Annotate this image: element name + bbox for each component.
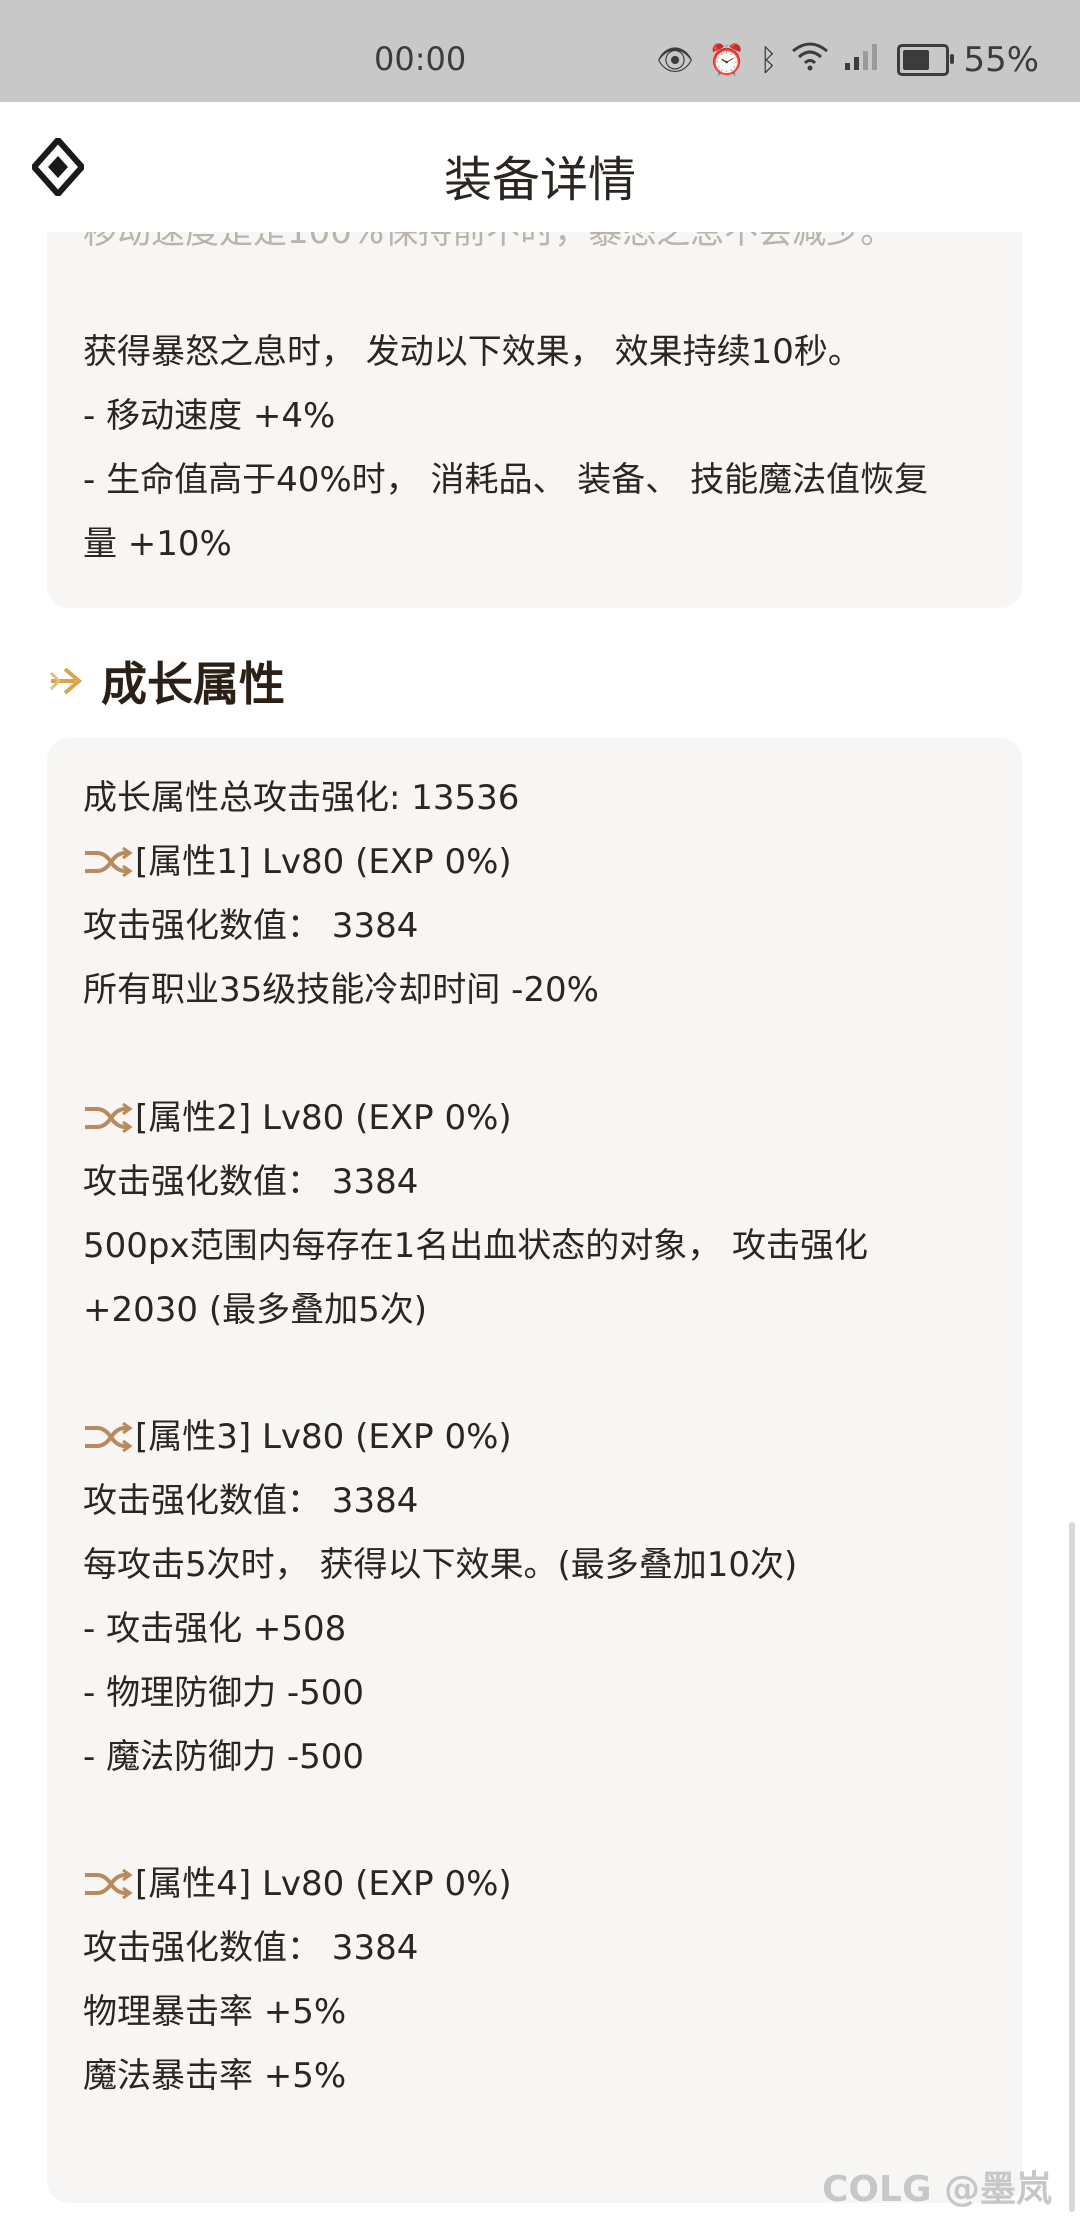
attr-header: [属性1] Lv80 (EXP 0%) xyxy=(83,840,512,884)
attr-header-text: [属性2] Lv80 (EXP 0%) xyxy=(135,1098,512,1138)
attr-line: - 魔法防御力 -500 xyxy=(83,1737,365,1777)
bluetooth-icon: ᛒ xyxy=(759,42,778,78)
app-header-overlay: 装备详情 xyxy=(0,102,1080,232)
attr-value: 攻击强化数值： 3384 xyxy=(83,1928,419,1968)
attr-line: 魔法暴击率 +5% xyxy=(83,2056,347,2096)
attr-header-text: [属性4] Lv80 (EXP 0%) xyxy=(135,1864,512,1904)
wifi-icon xyxy=(791,41,829,79)
shuffle-icon xyxy=(85,1422,133,1452)
attr-header: [属性2] Lv80 (EXP 0%) xyxy=(83,1096,512,1140)
status-time: 00:00 xyxy=(374,40,467,78)
effect-line: - 生命值高于40%时， 消耗品、 装备、 技能魔法值恢复 xyxy=(83,460,929,500)
attr-header: [属性4] Lv80 (EXP 0%) xyxy=(83,1862,512,1906)
attr-header: [属性3] Lv80 (EXP 0%) xyxy=(83,1415,512,1459)
eye-icon: 👁 xyxy=(656,42,695,78)
attr-line: +2030 (最多叠加5次) xyxy=(83,1290,427,1330)
attr-header-text: [属性1] Lv80 (EXP 0%) xyxy=(135,842,512,882)
page-title: 装备详情 xyxy=(443,152,636,208)
growth-total: 成长属性总攻击强化: 13536 xyxy=(83,778,520,818)
section-arrow-icon xyxy=(49,667,83,695)
attr-line: 每攻击5次时， 获得以下效果。(最多叠加10次) xyxy=(83,1545,798,1585)
section-title: 成长属性 xyxy=(101,657,285,711)
attr-line: - 物理防御力 -500 xyxy=(83,1673,365,1713)
growth-card xyxy=(47,738,1022,2203)
effect-line: - 移动速度 +4% xyxy=(83,396,336,436)
scrollbar[interactable] xyxy=(1069,1522,1075,2212)
signal-icon xyxy=(843,41,883,79)
shuffle-icon xyxy=(85,1103,133,1133)
effect-line: 量 +10% xyxy=(83,524,232,564)
battery-percentage: 55% xyxy=(963,40,1040,80)
effect-line: 获得暴怒之息时， 发动以下效果， 效果持续10秒。 xyxy=(83,332,862,372)
growth-section-header: 成长属性 xyxy=(47,648,285,714)
attr-line: - 攻击强化 +508 xyxy=(83,1609,347,1649)
watermark: COLG @墨岚 xyxy=(822,2169,1053,2210)
attr-value: 攻击强化数值： 3384 xyxy=(83,1481,419,1521)
shuffle-icon xyxy=(85,1869,133,1899)
attr-value: 攻击强化数值： 3384 xyxy=(83,1162,419,1202)
alarm-icon: ⏰ xyxy=(708,42,746,78)
battery-icon xyxy=(897,44,955,76)
attr-line: 所有职业35级技能冷却时间 -20% xyxy=(83,970,599,1010)
attr-value: 攻击强化数值： 3384 xyxy=(83,906,419,946)
shuffle-icon xyxy=(85,847,133,877)
attr-header-text: [属性3] Lv80 (EXP 0%) xyxy=(135,1417,512,1457)
status-icons: 👁 ⏰ ᛒ 55% xyxy=(656,40,1039,80)
attr-line: 物理暴击率 +5% xyxy=(83,1992,347,2032)
status-bar: 00:00 👁 ⏰ ᛒ 55% xyxy=(0,0,1080,102)
attr-line: 500px范围内每存在1名出血状态的对象， 攻击强化 xyxy=(83,1226,869,1266)
